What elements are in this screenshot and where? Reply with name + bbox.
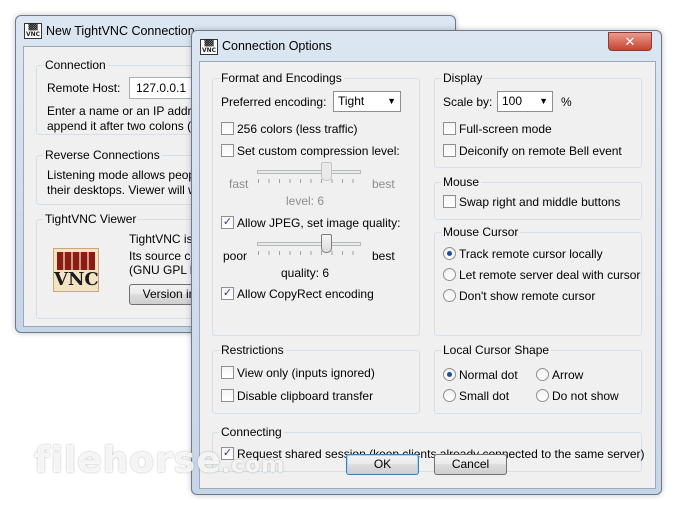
tightvnc-viewer-label: TightVNC Viewer [43, 212, 139, 226]
quality-slider-thumb[interactable] [321, 234, 333, 253]
connection-group-label: Connection [43, 58, 108, 72]
track-cursor-radio[interactable] [443, 247, 456, 260]
mouse-cursor-group: Mouse Cursor Track remote cursor locally… [434, 225, 642, 336]
logo-text: VNC [54, 269, 99, 290]
best-label-2: best [372, 249, 395, 263]
disable-clipboard-checkbox[interactable] [221, 389, 234, 402]
tightvnc-app-icon: ▓▓ VNC [200, 39, 218, 55]
view-only-label: View only (inputs ignored) [237, 366, 375, 380]
restrictions-group: Restrictions View only (inputs ignored) … [212, 343, 420, 414]
swap-buttons-label: Swap right and middle buttons [459, 195, 621, 209]
dialog-title: Connection Options [222, 39, 332, 53]
mouse-cursor-label: Mouse Cursor [441, 225, 521, 239]
local-cursor-group: Local Cursor Shape Normal dot Arrow Smal… [434, 343, 642, 414]
colors256-checkbox[interactable] [221, 122, 234, 135]
reverse-line2: their desktops. Viewer will wai [47, 183, 207, 197]
allow-jpeg-label: Allow JPEG, set image quality: [237, 216, 401, 230]
format-encodings-group: Format and Encodings Preferred encoding:… [212, 71, 420, 336]
watermark-text: filehorse [34, 440, 222, 481]
small-dot-radio[interactable] [443, 389, 456, 402]
cancel-button[interactable]: Cancel [434, 454, 507, 475]
chevron-down-icon: ▼ [539, 96, 548, 106]
preferred-encoding-value: Tight [338, 94, 365, 108]
no-cursor-radio[interactable] [443, 289, 456, 302]
scale-select[interactable]: 100 ▼ [497, 91, 553, 112]
small-dot-label: Small dot [459, 389, 510, 403]
do-not-show-radio[interactable] [536, 389, 549, 402]
remote-host-label: Remote Host: [47, 81, 121, 95]
format-encodings-label: Format and Encodings [219, 71, 344, 85]
disable-clipboard-label: Disable clipboard transfer [237, 389, 374, 403]
logo-bricks [57, 252, 95, 270]
copyrect-checkbox[interactable]: ✓ [221, 287, 234, 300]
compression-slider-thumb[interactable] [321, 162, 333, 181]
mouse-group: Mouse Swap right and middle buttons [434, 175, 642, 220]
compression-level-text: level: 6 [286, 194, 325, 208]
do-not-show-label: Do not show [552, 389, 619, 403]
watermark-suffix: .com [221, 453, 286, 478]
chevron-down-icon: ▼ [387, 96, 396, 106]
display-label: Display [441, 71, 485, 85]
server-cursor-label: Let remote server deal with cursor [459, 268, 641, 282]
quality-slider-track[interactable] [257, 242, 361, 246]
colors256-label: 256 colors (less traffic) [237, 122, 358, 136]
normal-dot-radio[interactable] [443, 368, 456, 381]
custom-compression-checkbox[interactable] [221, 144, 234, 157]
dialog-client: Format and Encodings Preferred encoding:… [199, 61, 656, 489]
normal-dot-label: Normal dot [459, 368, 518, 382]
copyrect-label: Allow CopyRect encoding [237, 287, 374, 301]
scale-by-label: Scale by: [443, 95, 493, 109]
swap-buttons-checkbox[interactable] [443, 195, 456, 208]
reverse-line1: Listening mode allows people t [47, 168, 212, 182]
deiconify-label: Deiconify on remote Bell event [459, 144, 622, 158]
best-label: best [372, 177, 395, 191]
arrow-radio[interactable] [536, 368, 549, 381]
preferred-encoding-select[interactable]: Tight ▼ [333, 91, 401, 112]
scale-unit: % [561, 95, 572, 109]
no-cursor-label: Don't show remote cursor [459, 289, 596, 303]
display-group: Display Scale by: 100 ▼ % Full-screen mo… [434, 71, 642, 168]
host-hint-line2: append it after two colons (fo [47, 119, 202, 133]
track-cursor-label: Track remote cursor locally [459, 247, 603, 261]
tightvnc-app-icon: ▓▓ VNC [24, 23, 42, 39]
compression-slider-track[interactable] [257, 170, 361, 174]
fullscreen-checkbox[interactable] [443, 122, 456, 135]
deiconify-checkbox[interactable] [443, 144, 456, 157]
back-window-title: New TightVNC Connection [46, 24, 195, 38]
restrictions-label: Restrictions [219, 343, 286, 357]
ok-button[interactable]: OK [346, 454, 419, 475]
close-button[interactable]: ✕ [608, 32, 652, 51]
poor-label: poor [223, 249, 248, 263]
view-only-checkbox[interactable] [221, 366, 234, 379]
fullscreen-label: Full-screen mode [459, 122, 552, 136]
quality-slider-ticks [258, 251, 362, 255]
dialog-titlebar[interactable]: ▓▓ VNC Connection Options ✕ [192, 31, 661, 61]
scale-value: 100 [502, 94, 523, 108]
connecting-label: Connecting [219, 425, 284, 439]
custom-compression-label: Set custom compression level: [237, 144, 400, 158]
host-hint-line1: Enter a name or an IP address [47, 104, 211, 118]
connection-options-dialog: ▓▓ VNC Connection Options ✕ Format and En… [191, 30, 662, 495]
reverse-connections-label: Reverse Connections [43, 148, 162, 162]
tightvnc-logo: VNC [53, 248, 99, 292]
close-icon: ✕ [624, 34, 636, 49]
fast-label: fast [229, 177, 249, 191]
filehorse-watermark: filehorse.com [34, 440, 285, 481]
server-cursor-radio[interactable] [443, 268, 456, 281]
preferred-encoding-label: Preferred encoding: [221, 95, 327, 109]
quality-level-text: quality: 6 [281, 266, 330, 280]
mouse-label: Mouse [441, 175, 482, 189]
compression-slider-ticks [258, 179, 362, 183]
arrow-label: Arrow [552, 368, 584, 382]
local-cursor-label: Local Cursor Shape [441, 343, 552, 357]
allow-jpeg-checkbox[interactable]: ✓ [221, 216, 234, 229]
